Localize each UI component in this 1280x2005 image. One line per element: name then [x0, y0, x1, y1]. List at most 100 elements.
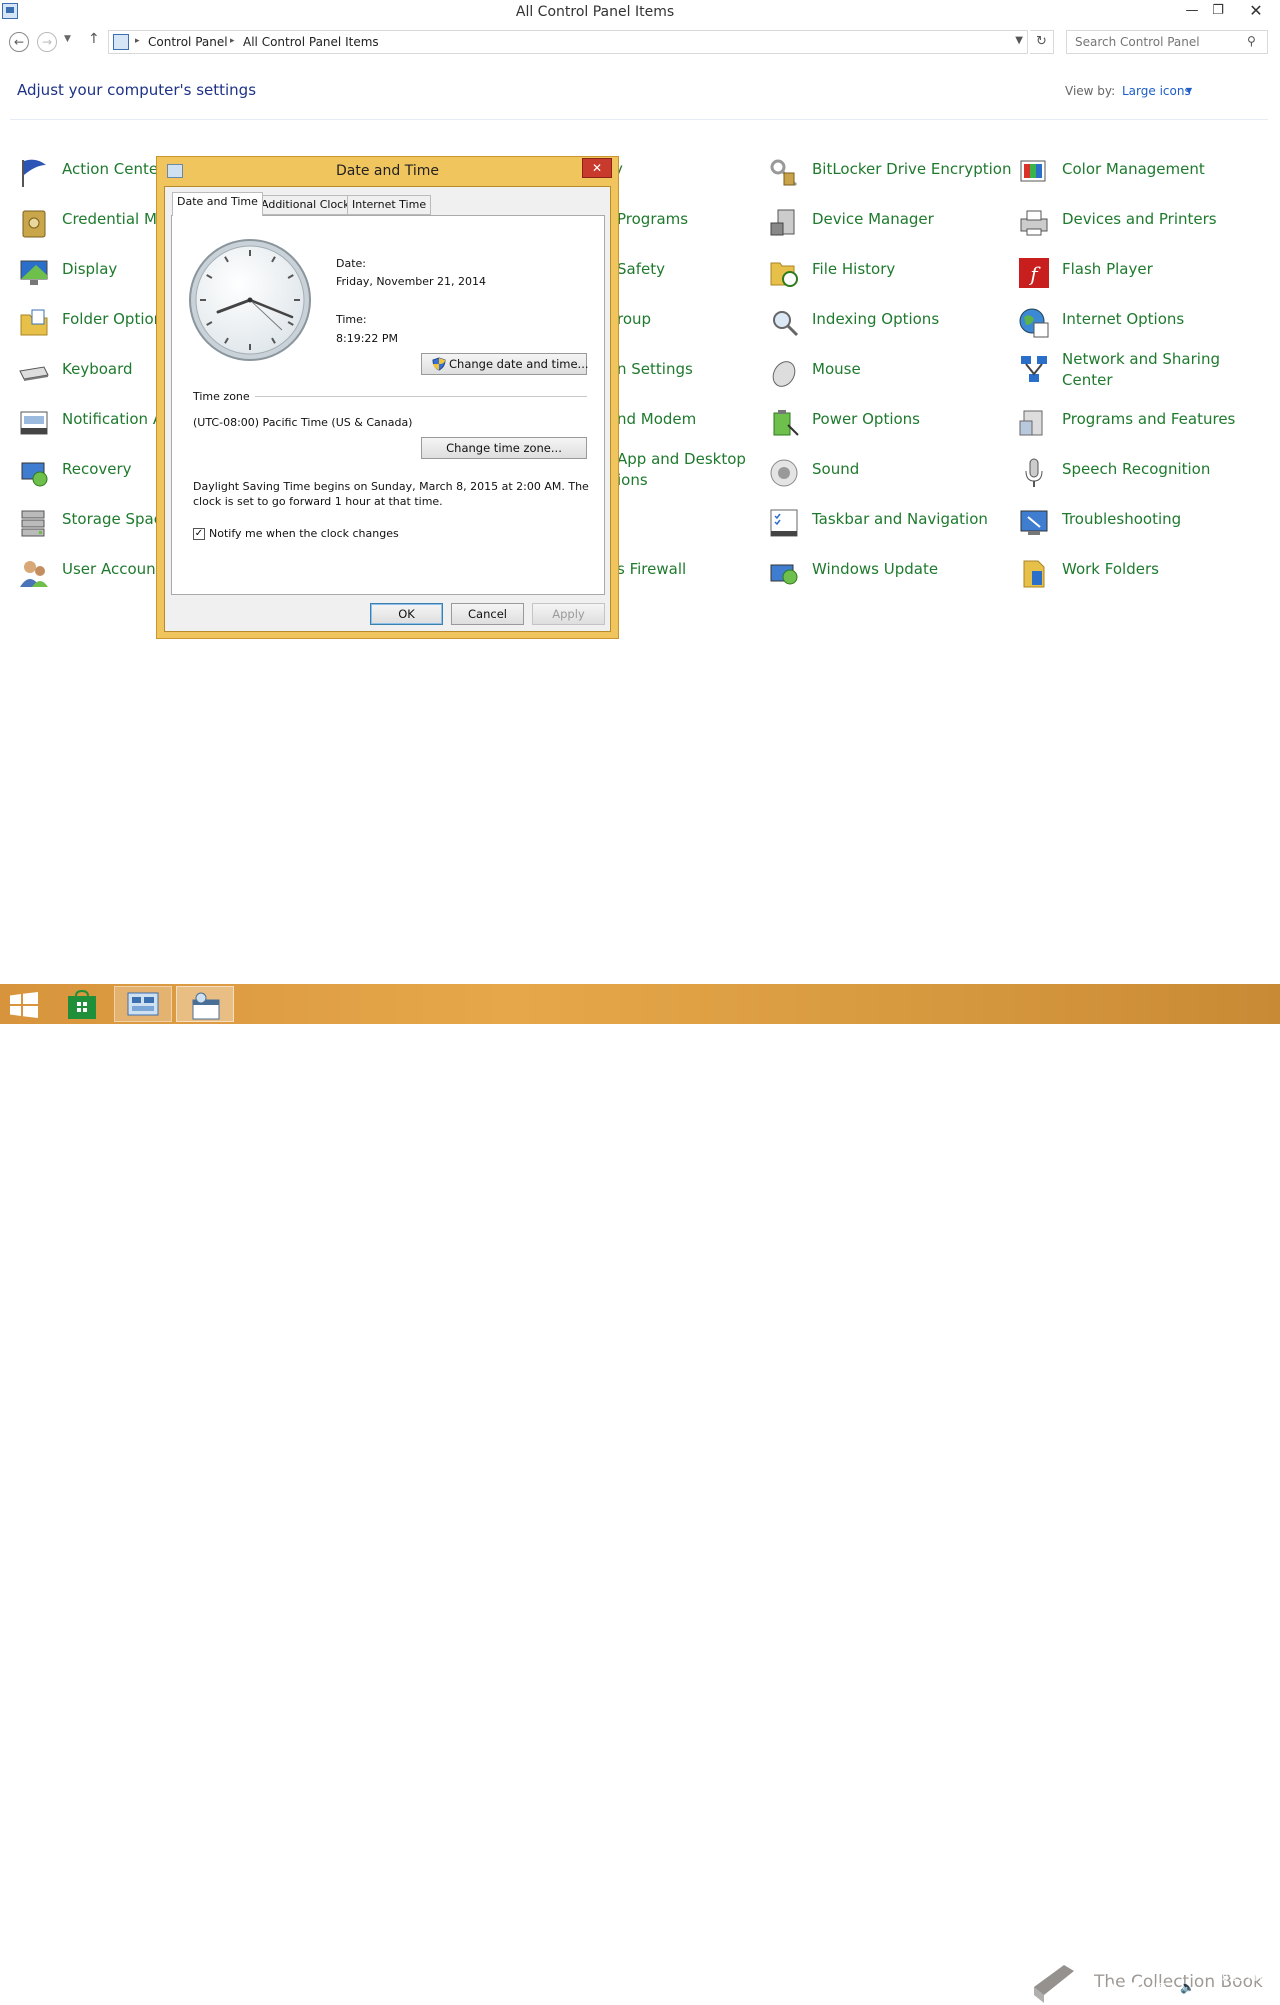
- item-label: Storage Space: [62, 510, 172, 528]
- item-label: Keyboard: [62, 360, 133, 378]
- maximize-button[interactable]: ❐: [1206, 0, 1230, 22]
- magnifier-icon: [773, 311, 799, 337]
- navigation-bar: ← → ▼ ↑ ▸ Control Panel ▸ All Control Pa…: [0, 28, 1280, 54]
- color-monitor-icon: [1020, 160, 1046, 182]
- item-label: App and Desktop ions: [617, 450, 746, 489]
- date-value: Friday, November 21, 2014: [336, 275, 487, 288]
- flash-icon: f: [1019, 258, 1049, 288]
- address-bar[interactable]: ▸ Control Panel ▸ All Control Panel Item…: [108, 30, 1028, 54]
- change-date-time-button[interactable]: Change date and time...: [421, 353, 589, 375]
- minimize-button[interactable]: —: [1180, 0, 1204, 22]
- microphone-icon: [1025, 458, 1043, 487]
- time-zone-heading: Time zone: [193, 390, 250, 403]
- tab-internet-time[interactable]: Internet Time: [347, 195, 432, 215]
- breadcrumb-separator-icon[interactable]: ▸: [230, 36, 235, 46]
- item-label: s Firewall: [617, 560, 687, 578]
- dialog-body: Date and Time Additional Clocks Internet…: [164, 186, 611, 632]
- notify-label: Notify me when the clock changes: [209, 527, 399, 540]
- taskbar-checklist-icon: [770, 509, 798, 537]
- clock-date[interactable]: 11/21/2014: [1208, 1990, 1271, 2003]
- windows-update-icon: [770, 564, 798, 585]
- search-input[interactable]: [1066, 30, 1268, 54]
- flag-icon[interactable]: ⚑: [1130, 1980, 1141, 1994]
- item-label: Folder Option: [62, 310, 164, 328]
- item-label: Credential Ma: [62, 210, 167, 228]
- item-label: Notification A: [62, 410, 164, 428]
- date-time-taskbar-button[interactable]: [176, 986, 234, 1022]
- item-label: n Settings: [617, 360, 693, 378]
- notify-checkbox[interactable]: ✓: [193, 528, 205, 540]
- time-value: 8:19:22 PM: [336, 332, 399, 345]
- up-arrow-icon[interactable]: ↑: [88, 31, 100, 47]
- page-title: Adjust your computer's settings: [17, 81, 257, 99]
- item-label: Speech Recognition: [1062, 460, 1211, 478]
- item-label: roup: [617, 310, 652, 328]
- item-label: Work Folders: [1062, 560, 1159, 578]
- change-time-zone-button[interactable]: Change time zone...: [421, 437, 587, 459]
- uac-shield-icon: [432, 357, 446, 371]
- analog-clock: [189, 239, 311, 361]
- item-label: File History: [812, 260, 896, 278]
- breadcrumb-separator-icon[interactable]: ▸: [135, 36, 140, 46]
- chevron-up-icon[interactable]: ▲: [1108, 1980, 1117, 1994]
- book-icon: [1034, 1965, 1074, 2003]
- apply-button[interactable]: Apply: [532, 603, 605, 625]
- device-manager-icon: [770, 209, 795, 236]
- chevron-down-icon[interactable]: ▼: [1186, 86, 1192, 95]
- item-label: Troubleshooting: [1062, 510, 1182, 528]
- item-label: Safety: [617, 260, 665, 278]
- chevron-down-icon[interactable]: ▼: [1015, 35, 1023, 46]
- item-label: Programs: [617, 210, 689, 228]
- flag-icon: [22, 159, 46, 187]
- item-label: Programs and Features: [1062, 410, 1236, 428]
- date-label: Date:: [336, 257, 366, 270]
- tab-additional-clocks[interactable]: Additional Clocks: [256, 195, 361, 215]
- back-button[interactable]: ←: [9, 32, 29, 52]
- dialog-close-button[interactable]: ✕: [582, 158, 612, 178]
- item-label: Flash Player: [1062, 260, 1153, 278]
- item-label: Mouse: [812, 360, 861, 378]
- dst-info-line-2: clock is set to go forward 1 hour at tha…: [193, 495, 443, 508]
- store-icon: [68, 990, 96, 1019]
- forward-button[interactable]: →: [37, 32, 57, 52]
- breadcrumb-all-items[interactable]: All Control Panel Items: [243, 35, 379, 49]
- view-by-label: View by:: [1065, 84, 1116, 98]
- item-label: Windows Update: [812, 560, 939, 578]
- mouse-icon: [772, 361, 796, 387]
- view-by-dropdown[interactable]: Large icons: [1122, 84, 1191, 98]
- control-panel-taskbar-button[interactable]: [114, 986, 172, 1022]
- tab-date-and-time[interactable]: Date and Time: [172, 192, 263, 216]
- recovery-icon: [21, 462, 48, 487]
- programs-icon: [1019, 410, 1043, 436]
- taskbar-icon: [20, 411, 48, 435]
- item-label: Devices and Printers: [1062, 210, 1217, 228]
- ok-button[interactable]: OK: [370, 603, 443, 625]
- search-icon[interactable]: ⚲: [1247, 34, 1256, 48]
- divider: [255, 396, 587, 397]
- dst-info-line-1: Daylight Saving Time begins on Sunday, M…: [193, 480, 589, 493]
- storage-icon: [21, 510, 45, 537]
- monitor-icon: [20, 260, 48, 285]
- volume-icon[interactable]: 🔈: [1180, 1980, 1195, 1994]
- date-time-icon: [192, 992, 220, 1020]
- printer-icon: [1020, 210, 1048, 236]
- item-label: Color Management: [1062, 160, 1205, 178]
- folder-icon: [20, 309, 48, 336]
- clock-time[interactable]: 8:19 PM: [1222, 1973, 1262, 1984]
- close-button[interactable]: ✕: [1232, 0, 1280, 22]
- folder-history-icon: [770, 262, 798, 287]
- battery-icon: [773, 410, 799, 436]
- item-label: Internet Options: [1062, 310, 1185, 328]
- store-app-button[interactable]: [56, 986, 114, 1022]
- breadcrumb-control-panel[interactable]: Control Panel: [148, 35, 228, 49]
- network-icon: [1021, 356, 1047, 382]
- item-label: Recovery: [62, 460, 132, 478]
- date-time-dialog: Date and Time ✕ Date and Time Additional…: [156, 156, 619, 639]
- refresh-icon[interactable]: ↻: [1030, 30, 1054, 54]
- cancel-button[interactable]: Cancel: [451, 603, 524, 625]
- dialog-title: Date and Time: [336, 163, 439, 179]
- recent-locations-chevron-icon[interactable]: ▼: [64, 34, 71, 44]
- network-icon[interactable]: ▦: [1155, 1980, 1166, 1994]
- windows-logo-icon[interactable]: [10, 992, 38, 1018]
- keys-icon: [770, 159, 798, 187]
